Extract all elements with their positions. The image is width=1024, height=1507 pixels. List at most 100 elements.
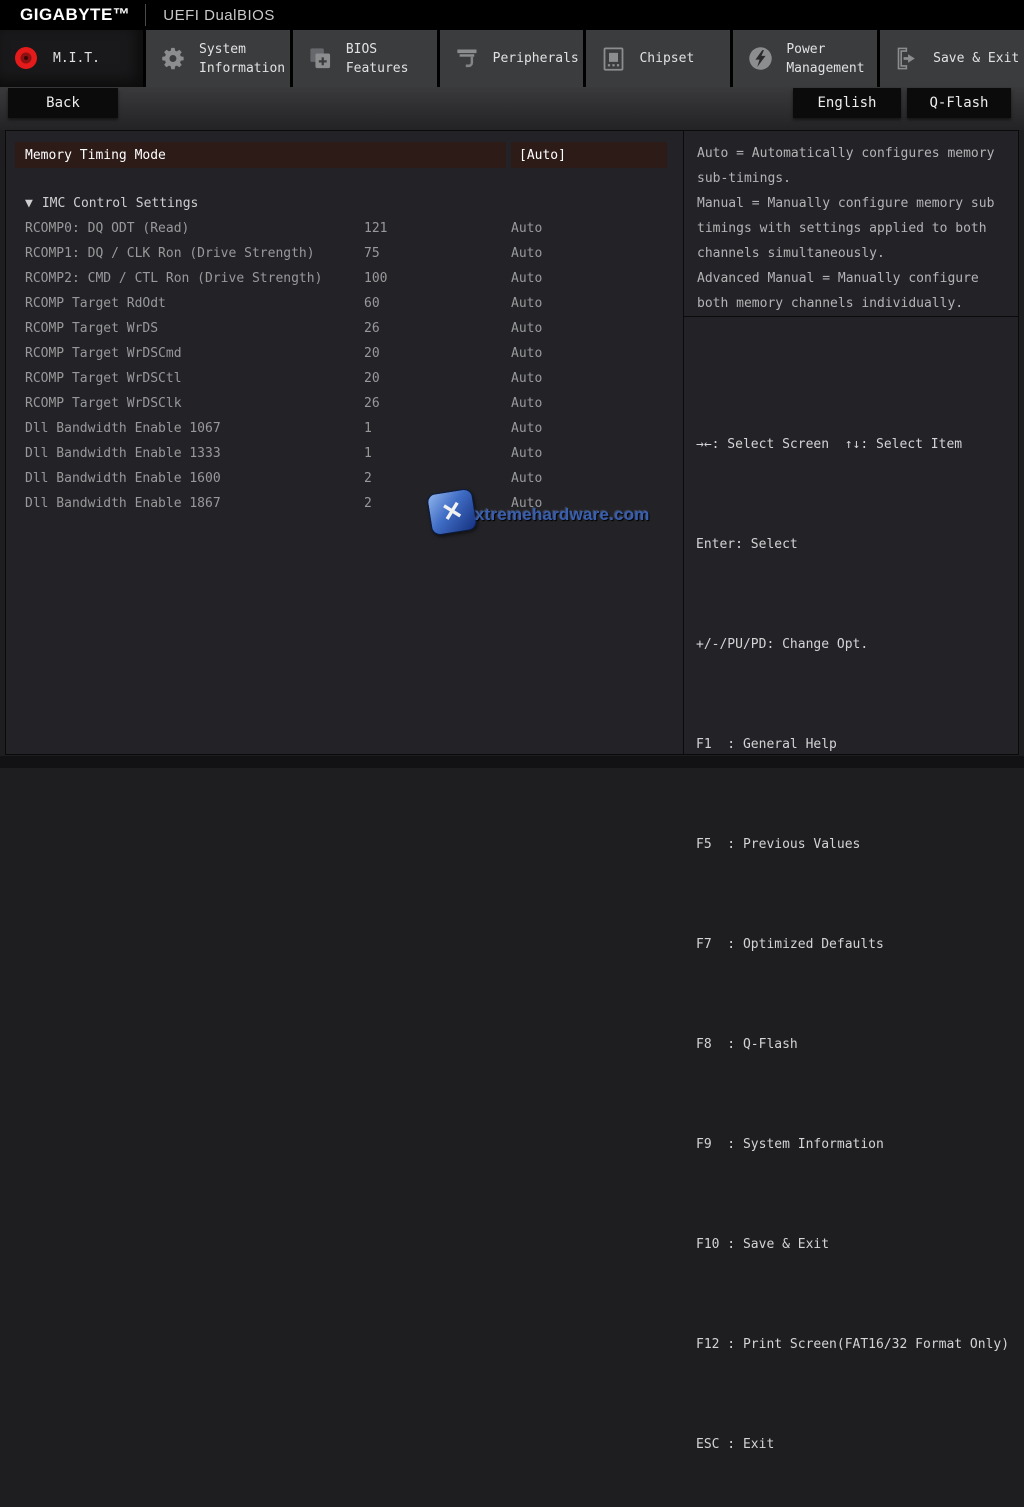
top-bar: GIGABYTE™ UEFI DualBIOS	[0, 0, 1024, 30]
setting-row[interactable]: RCOMP0: DQ ODT (Read) 121 Auto	[6, 216, 683, 241]
setting-label: RCOMP1: DQ / CLK Ron (Drive Strength)	[25, 246, 364, 261]
setting-label: Dll Bandwidth Enable 1867	[25, 496, 364, 511]
setting-mode: Auto	[511, 396, 683, 411]
tab-chipset[interactable]: Chipset	[586, 30, 730, 87]
imc-control-settings-header[interactable]: ▼ IMC Control Settings	[25, 196, 198, 211]
setting-value: 60	[364, 296, 511, 311]
setting-mode: Auto	[511, 271, 683, 286]
memory-timing-mode-row[interactable]: Memory Timing Mode	[15, 142, 506, 168]
help-text-line: both memory channels individually.	[697, 291, 1014, 316]
layered-windows-plus-icon	[307, 45, 334, 72]
setting-label: RCOMP Target WrDSCmd	[25, 346, 364, 361]
setting-row[interactable]: RCOMP1: DQ / CLK Ron (Drive Strength) 75…	[6, 241, 683, 266]
setting-value: 100	[364, 271, 511, 286]
setting-row[interactable]: Dll Bandwidth Enable 1067 1 Auto	[6, 416, 683, 441]
shortcut-line: F9 : System Information	[696, 1132, 1018, 1157]
setting-mode: Auto	[511, 371, 683, 386]
setting-label: RCOMP Target WrDSCtl	[25, 371, 364, 386]
setting-mode: Auto	[511, 346, 683, 361]
mit-red-dot-icon	[14, 45, 41, 72]
setting-mode: Auto	[511, 446, 683, 461]
shortcut-line: +/-/PU/PD: Change Opt.	[696, 632, 1018, 657]
tab-mit[interactable]: M.I.T.	[0, 30, 143, 87]
tab-label: System Information	[199, 40, 285, 78]
setting-value: 26	[364, 321, 511, 336]
setting-label: Dll Bandwidth Enable 1600	[25, 471, 364, 486]
setting-label: Dll Bandwidth Enable 1333	[25, 446, 364, 461]
tab-label: Peripherals	[493, 49, 579, 68]
setting-row[interactable]: Dll Bandwidth Enable 1600 2 Auto	[6, 466, 683, 491]
setting-value: 1	[364, 446, 511, 461]
setting-row[interactable]: RCOMP Target WrDSCmd 20 Auto	[6, 341, 683, 366]
power-lightning-icon	[747, 45, 774, 72]
setting-mode: Auto	[511, 421, 683, 436]
shortcut-line: ESC : Exit	[696, 1432, 1018, 1457]
exit-door-arrow-icon	[894, 45, 921, 72]
firmware-title: UEFI DualBIOS	[163, 7, 275, 24]
chipset-icon	[600, 45, 627, 72]
tab-system-information[interactable]: System Information	[146, 30, 290, 87]
tab-save-exit[interactable]: Save & Exit	[880, 30, 1024, 87]
shortcut-line: F12 : Print Screen(FAT16/32 Format Only)	[696, 1332, 1018, 1357]
setting-value: 1	[364, 421, 511, 436]
setting-mode: Auto	[511, 221, 683, 236]
keyboard-shortcuts: →←: Select Screen ↑↓: Select Item Enter:…	[684, 317, 1018, 1507]
tab-peripherals[interactable]: Peripherals	[440, 30, 584, 87]
setting-label: RCOMP0: DQ ODT (Read)	[25, 221, 364, 236]
shortcut-line: F7 : Optimized Defaults	[696, 932, 1018, 957]
toolbar: Back English Q-Flash	[0, 87, 1024, 130]
help-text-line: sub-timings.	[697, 166, 1014, 191]
setting-value: 75	[364, 246, 511, 261]
tab-bios-features[interactable]: BIOS Features	[293, 30, 437, 87]
shortcut-line: →←: Select Screen ↑↓: Select Item	[696, 432, 1018, 457]
setting-row[interactable]: RCOMP Target WrDSClk 26 Auto	[6, 391, 683, 416]
tab-label: M.I.T.	[53, 49, 100, 68]
setting-row[interactable]: RCOMP2: CMD / CTL Ron (Drive Strength) 1…	[6, 266, 683, 291]
gigabyte-logo: GIGABYTE™	[20, 5, 130, 25]
bottom-strip	[0, 756, 1024, 768]
setting-row[interactable]: RCOMP Target WrDS 26 Auto	[6, 316, 683, 341]
setting-row[interactable]: RCOMP Target RdOdt 60 Auto	[6, 291, 683, 316]
setting-mode: Auto	[511, 321, 683, 336]
setting-row[interactable]: Dll Bandwidth Enable 1333 1 Auto	[6, 441, 683, 466]
shortcut-line: F8 : Q-Flash	[696, 1032, 1018, 1057]
tab-label: Power Management	[786, 40, 864, 78]
language-button[interactable]: English	[793, 88, 901, 118]
back-button[interactable]: Back	[8, 88, 118, 118]
setting-value: 20	[364, 346, 511, 361]
qflash-button[interactable]: Q-Flash	[907, 88, 1011, 118]
peripheral-connector-icon	[454, 45, 481, 72]
tab-label: BIOS Features	[346, 40, 409, 78]
settings-list: RCOMP0: DQ ODT (Read) 121 Auto RCOMP1: D…	[6, 216, 683, 516]
setting-value: 2	[364, 471, 511, 486]
help-text-line: channels simultaneously.	[697, 241, 1014, 266]
help-text-line: timings with settings applied to both	[697, 216, 1014, 241]
section-title: IMC Control Settings	[42, 196, 199, 211]
shortcut-line: F10 : Save & Exit	[696, 1232, 1018, 1257]
memory-timing-mode-value[interactable]: [Auto]	[511, 142, 667, 168]
toolbar-right-group: English Q-Flash	[793, 87, 1011, 118]
help-panel: Auto = Automatically configures memory s…	[683, 131, 1018, 754]
setting-value: 26	[364, 396, 511, 411]
item-help-text: Auto = Automatically configures memory s…	[684, 131, 1018, 317]
tab-label: Save & Exit	[933, 49, 1019, 68]
setting-mode: Auto	[511, 496, 683, 511]
setting-row[interactable]: Dll Bandwidth Enable 1867 2 Auto	[6, 491, 683, 516]
tab-bar: M.I.T. System Information BIOS Features …	[0, 30, 1024, 87]
setting-mode: Auto	[511, 296, 683, 311]
setting-value: 20	[364, 371, 511, 386]
setting-label: RCOMP Target RdOdt	[25, 296, 364, 311]
tab-label: Chipset	[639, 49, 694, 68]
logo-divider	[145, 4, 146, 26]
setting-label: RCOMP Target WrDS	[25, 321, 364, 336]
setting-value: 2	[364, 496, 511, 511]
setting-value: 121	[364, 221, 511, 236]
gear-icon	[160, 45, 187, 72]
memory-timing-mode-label: Memory Timing Mode	[25, 148, 166, 163]
tab-power-management[interactable]: Power Management	[733, 30, 877, 87]
setting-row[interactable]: RCOMP Target WrDSCtl 20 Auto	[6, 366, 683, 391]
settings-content: Memory Timing Mode [Auto] ▼ IMC Control …	[6, 131, 683, 754]
help-text-line: Manual = Manually configure memory sub	[697, 191, 1014, 216]
shortcut-line: Enter: Select	[696, 532, 1018, 557]
collapse-triangle-icon: ▼	[25, 196, 33, 211]
